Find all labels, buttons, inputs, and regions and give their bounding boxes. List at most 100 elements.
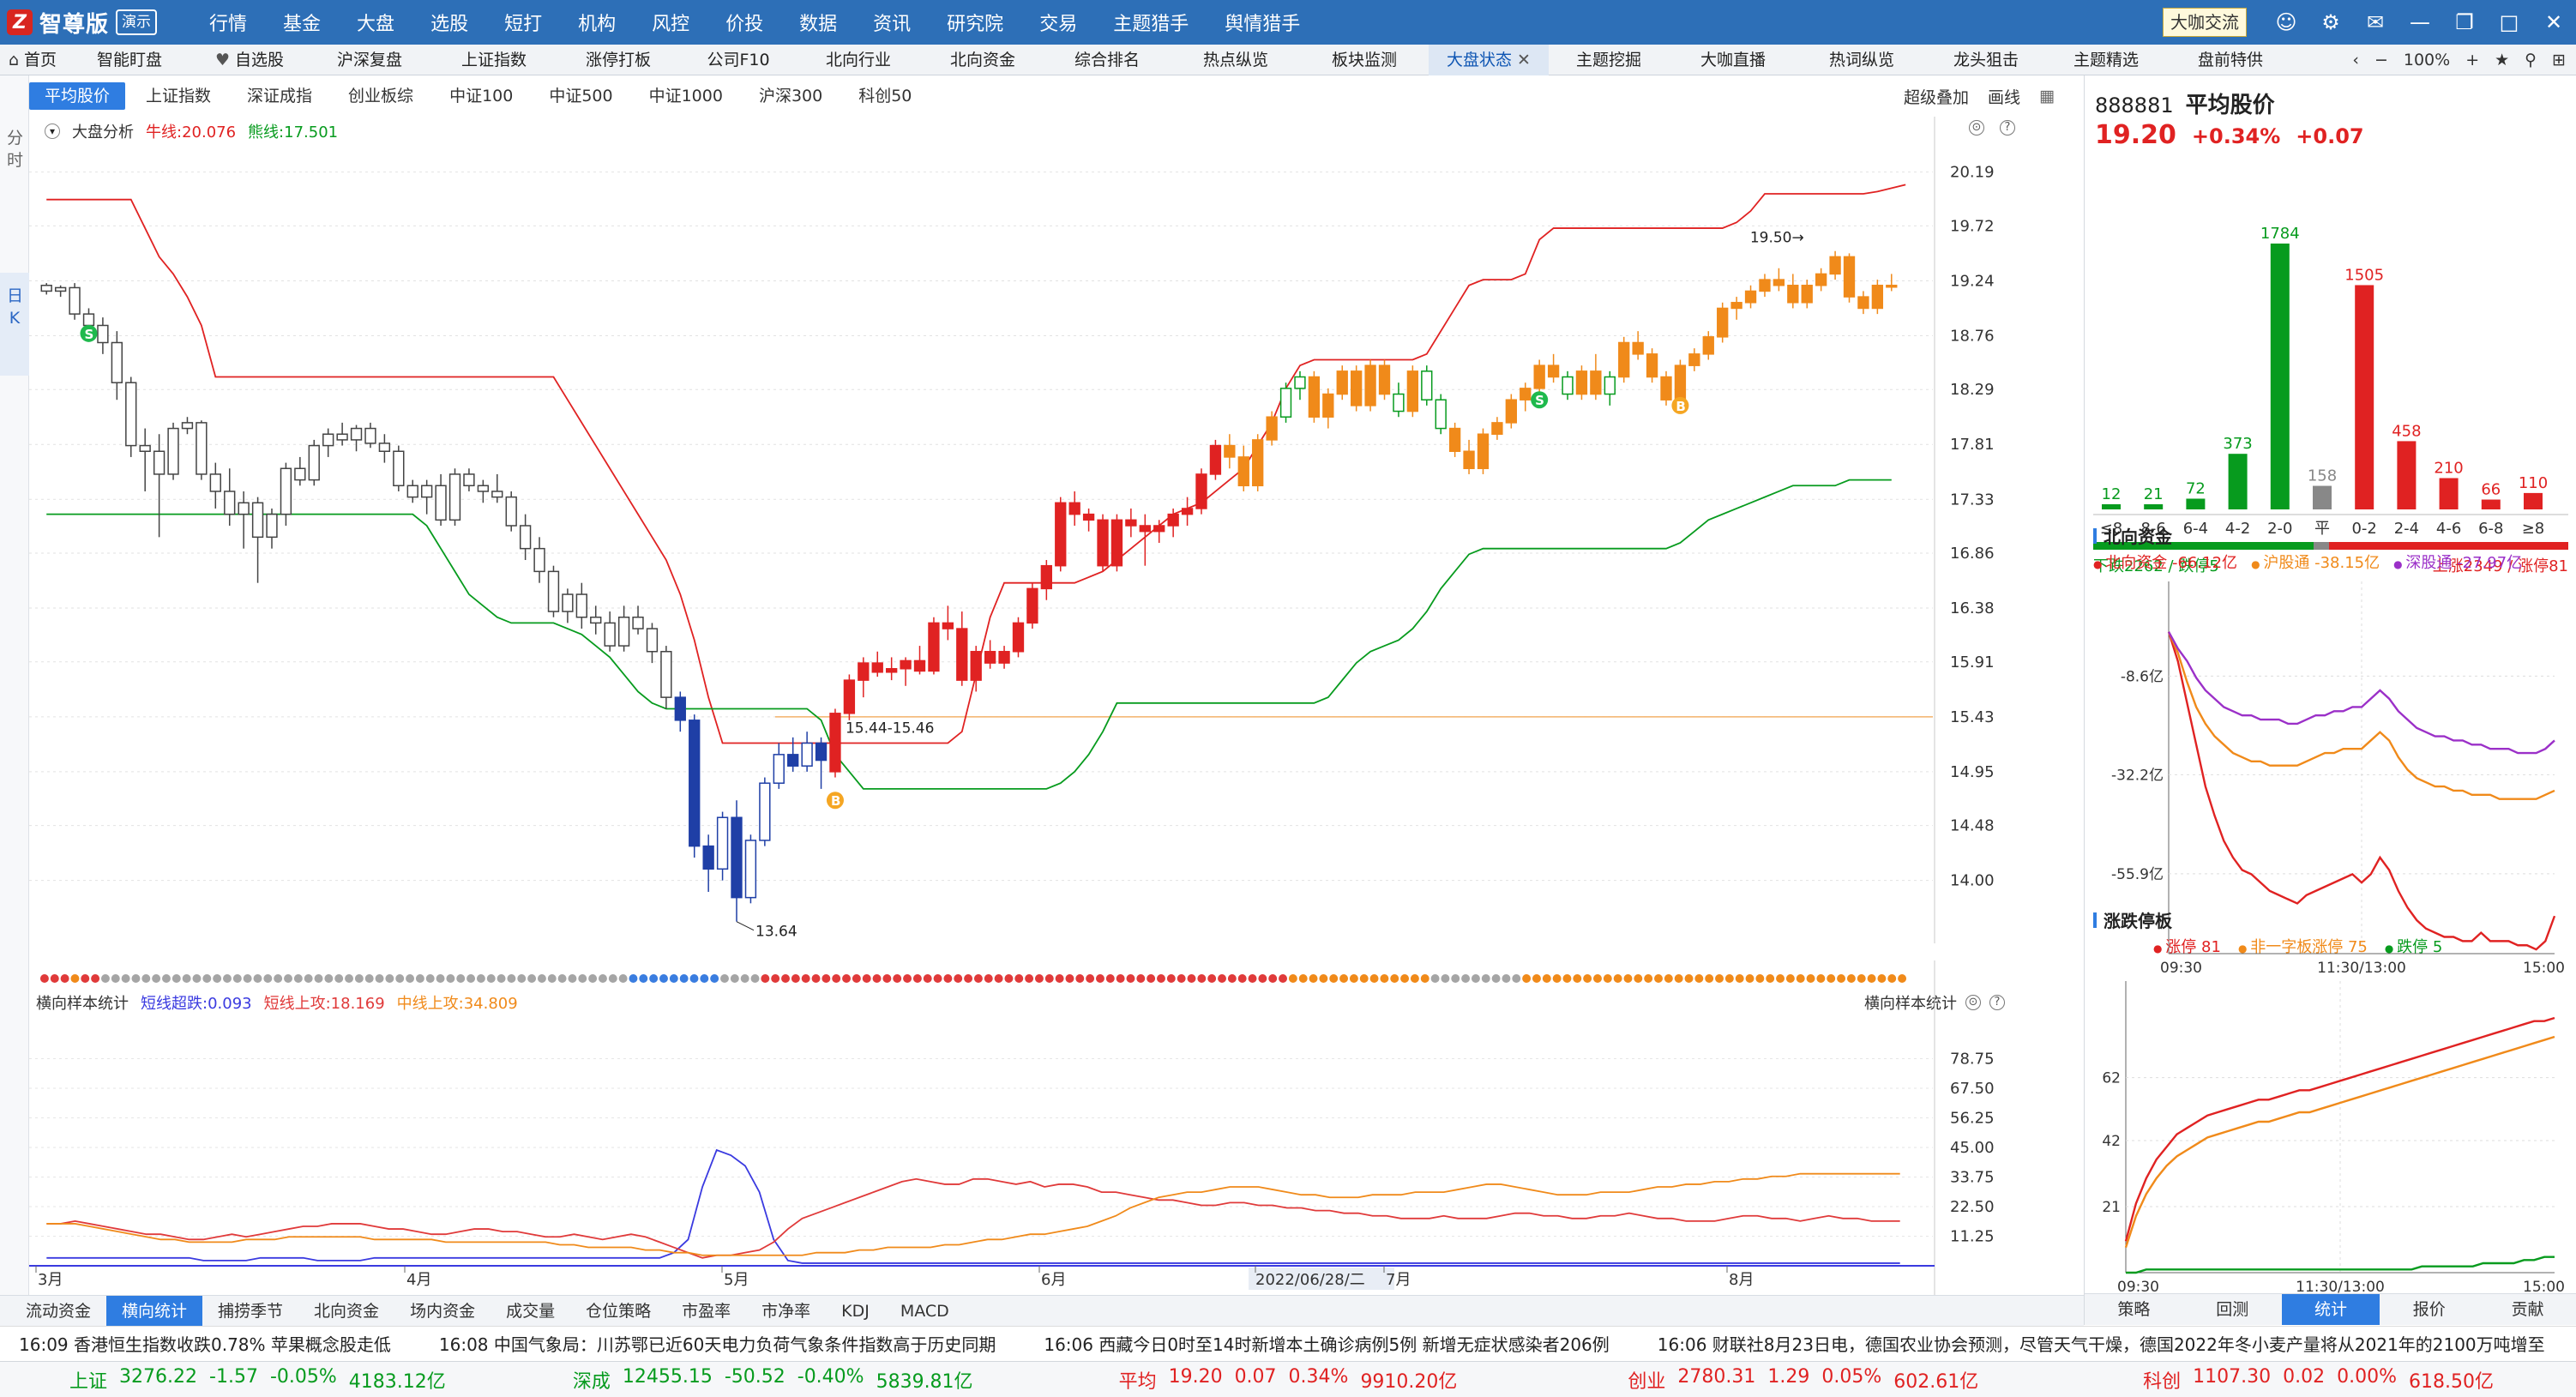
tab-item[interactable]: 主题精选 [2046, 45, 2166, 75]
zoom-in-button[interactable]: + [2465, 51, 2479, 69]
scroll-left-icon[interactable]: ‹ [2352, 51, 2359, 69]
indicator-tab[interactable]: 仓位策略 [570, 1296, 666, 1327]
tab-item[interactable]: 主题挖掘 [1549, 45, 1669, 75]
menu-item[interactable]: 选股 [412, 9, 486, 36]
indicator-tab[interactable]: 横向统计 [106, 1295, 203, 1327]
indicator-tab[interactable]: 场内资金 [394, 1296, 491, 1327]
index-quote[interactable]: 平均 19.20 0.07 0.34% 9910.20亿 [1031, 1366, 1546, 1394]
buy-signal-icon[interactable]: B [1671, 396, 1689, 414]
right-panel-tab[interactable]: 回测 [2183, 1294, 2282, 1325]
menu-item[interactable]: 主题猎手 [1095, 9, 1207, 36]
sell-signal-icon[interactable]: S [80, 324, 98, 342]
tab-item[interactable]: 热词纵览 [1797, 45, 1926, 75]
index-subtab[interactable]: 中证500 [533, 82, 628, 110]
index-subtab[interactable]: 创业板综 [333, 82, 429, 110]
menu-item[interactable]: 风控 [634, 9, 707, 36]
candle-body [1590, 370, 1602, 395]
horizontal-stats-chart[interactable]: 78.75 67.50 56.25 45.00 33.75 22.50 11.25 3月 4月 5… [29, 960, 2084, 1295]
minimize-icon[interactable]: — [2398, 10, 2442, 34]
tab-item[interactable]: 龙头狙击 [1926, 45, 2046, 75]
tab-close-icon[interactable]: ✕ [1512, 51, 1531, 69]
right-panel-tab[interactable]: 报价 [2380, 1294, 2478, 1325]
tab-item[interactable]: 大盘状态 ✕ [1429, 44, 1549, 75]
zoom-out-button[interactable]: − [2374, 51, 2388, 69]
tab-item[interactable]: 沪深复盘 [305, 45, 434, 75]
indicator-tab[interactable]: MACD [885, 1296, 965, 1327]
tab-item[interactable]: 板块监测 [1300, 45, 1429, 75]
news-item[interactable]: 16:08 中国气象局：川苏鄂已近60天电力负荷气象条件指数高于历史同期 [439, 1331, 996, 1356]
menu-item[interactable]: 交易 [1021, 9, 1095, 36]
indicator-tab[interactable]: 流动资金 [10, 1296, 106, 1327]
index-name: 深成 [572, 1370, 611, 1393]
indicator-tab[interactable]: 北向资金 [298, 1296, 394, 1327]
menu-item[interactable]: 基金 [265, 9, 339, 36]
tab-item[interactable]: 北向行业 [794, 45, 923, 75]
candlestick-chart[interactable]: 20.19 19.72 19.24 18.76 18.29 17.81 17.33 16.86… [29, 117, 2084, 943]
tab-item[interactable]: 上证指数 [434, 45, 554, 75]
index-subtab[interactable]: 中证100 [434, 82, 528, 110]
menu-item[interactable]: 资讯 [855, 9, 929, 36]
daily-k-tab[interactable]: 日K [0, 273, 29, 376]
candle-body [858, 662, 870, 681]
index-subtab[interactable]: 科创50 [843, 82, 927, 110]
mail-icon[interactable]: ✉ [2353, 10, 2398, 34]
index-quote[interactable]: 深成 12455.15 -50.52 -0.40% 5839.81亿 [515, 1366, 1031, 1394]
menu-item[interactable]: 短打 [486, 9, 560, 36]
tab-item[interactable]: 涨停打板 [554, 45, 683, 75]
index-quote[interactable]: 科创 1107.30 0.02 0.00% 618.50亿 [2061, 1366, 2576, 1394]
menu-item[interactable]: 舆情猎手 [1207, 9, 1318, 36]
right-panel-tab[interactable]: 贡献 [2478, 1294, 2576, 1325]
tab-item[interactable]: 大咖直播 [1669, 45, 1797, 75]
limit-up-down-chart[interactable]: 62422109:30 11:30/13:00 15:00 [2085, 955, 2576, 1298]
restore-icon[interactable]: ❐ [2442, 10, 2487, 34]
user-icon[interactable]: ☺ [2264, 10, 2308, 34]
tab-item[interactable]: ⌂ 首页 [0, 45, 65, 75]
tab-item[interactable]: 公司F10 [683, 45, 794, 75]
news-item[interactable]: 16:06 财联社8月23日电，德国农业协会预测，尽管天气干燥，德国2022年冬… [1658, 1331, 2545, 1356]
index-quote[interactable]: 上证 3276.22 -1.57 -0.05% 4183.12亿 [0, 1366, 515, 1394]
news-item[interactable]: 16:09 香港恒生指数收跌0.78% 苹果概念股走低 [19, 1331, 391, 1356]
buy-signal-icon[interactable]: B [826, 792, 844, 810]
index-subtab[interactable]: 深证成指 [232, 82, 328, 110]
minute-chart-tab[interactable]: 分时 [0, 127, 29, 172]
indicator-tab[interactable]: 市净率 [746, 1296, 826, 1327]
close-icon[interactable]: ✕ [2531, 10, 2576, 34]
right-panel-tab[interactable]: 策略 [2085, 1294, 2183, 1325]
favorite-star-icon[interactable]: ★ [2495, 51, 2509, 69]
candle-body [886, 668, 898, 673]
indicator-tab[interactable]: KDJ [826, 1296, 885, 1327]
menu-item[interactable]: 数据 [781, 9, 855, 36]
draw-line-button[interactable]: 画线 [1988, 85, 2020, 108]
menu-item[interactable]: 研究院 [929, 9, 1021, 36]
index-quote[interactable]: 创业 2780.31 1.29 0.05% 602.61亿 [1545, 1366, 2061, 1394]
grid-icon[interactable]: ⊞ [2552, 51, 2566, 69]
date-label: 4月 [406, 1271, 431, 1289]
menu-item[interactable]: 行情 [191, 9, 265, 36]
indicator-tab[interactable]: 捕捞季节 [202, 1296, 298, 1327]
table-icon[interactable]: ▦ [2039, 87, 2055, 105]
overlay-button[interactable]: 超级叠加 [1904, 85, 1969, 108]
candle-body [1730, 302, 1742, 310]
pin-icon[interactable]: ⚲ [2525, 51, 2537, 69]
menu-item[interactable]: 价投 [707, 9, 781, 36]
indicator-tab[interactable]: 成交量 [491, 1296, 570, 1327]
tab-item[interactable]: 智能盯盘 [65, 45, 194, 75]
menu-item[interactable]: 大盘 [339, 9, 412, 36]
index-subtab[interactable]: 上证指数 [130, 82, 226, 110]
indicator-tab[interactable]: 市盈率 [666, 1296, 746, 1327]
tab-item[interactable]: 北向资金 [923, 45, 1043, 75]
index-subtab[interactable]: 平均股价 [29, 82, 126, 110]
tab-item[interactable]: 盘前特供 [2166, 45, 2295, 75]
maximize-icon[interactable]: □ [2487, 10, 2531, 34]
tab-item[interactable]: 热点纵览 [1171, 45, 1300, 75]
sell-signal-icon[interactable]: S [1531, 391, 1549, 409]
index-subtab[interactable]: 中证1000 [634, 82, 738, 110]
settings-icon[interactable]: ⚙ [2308, 10, 2353, 34]
tab-item[interactable]: 综合排名 [1043, 45, 1171, 75]
menu-item[interactable]: 机构 [560, 9, 634, 36]
index-subtab[interactable]: 沪深300 [743, 82, 838, 110]
tab-item[interactable]: ♥ 自选股 [194, 45, 305, 75]
news-item[interactable]: 16:06 西藏今日0时至14时新增本土确诊病例5例 新增无症状感染者206例 [1044, 1331, 1609, 1356]
right-panel-tab[interactable]: 统计 [2281, 1294, 2380, 1325]
forum-button[interactable]: 大咖交流 [2163, 8, 2247, 37]
